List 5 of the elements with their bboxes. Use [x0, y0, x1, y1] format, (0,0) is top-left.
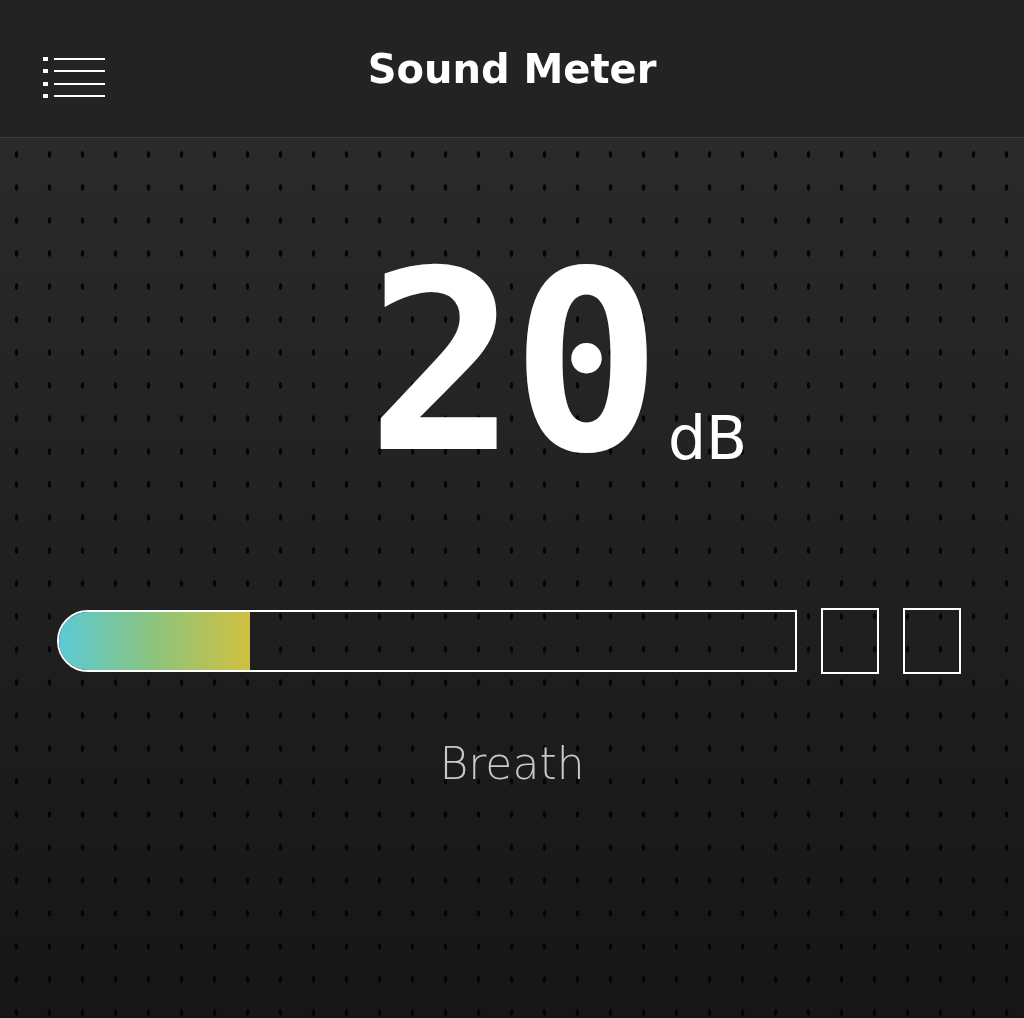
app-title: Sound Meter: [367, 45, 657, 92]
menu-icon[interactable]: [43, 55, 105, 101]
decibel-reading: 20: [366, 258, 656, 468]
level-description: Breath: [439, 738, 585, 789]
unit-label: dB: [667, 408, 748, 468]
